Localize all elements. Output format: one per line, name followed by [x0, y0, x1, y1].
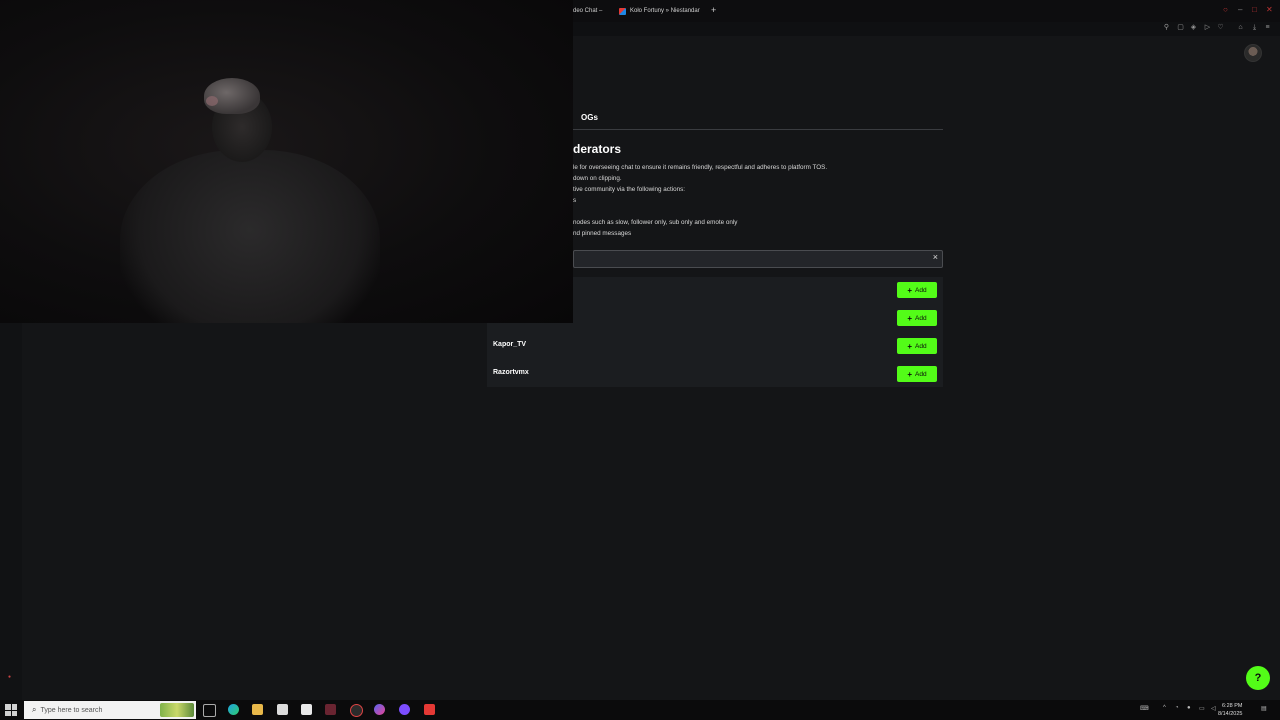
section-title: derators — [573, 142, 622, 156]
maximize-icon[interactable]: □ — [1252, 5, 1257, 14]
search-icon: ⌕ — [32, 705, 37, 714]
heart-icon[interactable]: ♡ — [1216, 23, 1225, 32]
roles-tabs: OGs — [573, 110, 943, 130]
description-line: tive community via the following actions… — [573, 186, 685, 193]
mic-icon[interactable]: ● — [1187, 705, 1191, 711]
app-icon-purple[interactable] — [399, 704, 410, 715]
plus-icon: + — [907, 369, 913, 379]
edge-icon[interactable] — [228, 704, 239, 715]
clock-date: 8/14/2025 — [1218, 711, 1243, 717]
close-window-icon[interactable]: ✕ — [1266, 5, 1273, 14]
clock-time: 6:28 PM — [1221, 703, 1243, 709]
taskbar-clock[interactable]: 6:28 PM 8/14/2025 — [1218, 702, 1242, 718]
start-button[interactable] — [5, 704, 17, 716]
store-icon[interactable] — [277, 704, 288, 715]
plus-icon: + — [907, 285, 913, 295]
search-tabs-icon[interactable]: ○ — [1223, 5, 1228, 14]
notification-icon[interactable]: ▤ — [1261, 705, 1267, 712]
tab-label: Koło Fortuny » Niestandar — [630, 8, 700, 14]
file-explorer-icon[interactable] — [252, 704, 263, 715]
plus-icon: + — [907, 341, 913, 351]
add-button[interactable]: + Add — [897, 366, 937, 382]
sidebar-badge: ● — [8, 674, 12, 680]
user-search-input[interactable]: × — [573, 250, 943, 268]
webcam-person-body — [120, 150, 380, 323]
pin-icon[interactable]: ⚲ — [1162, 23, 1171, 32]
mail-icon[interactable] — [301, 704, 312, 715]
add-label: Add — [915, 314, 927, 322]
download-icon[interactable]: ⤓ — [1250, 23, 1259, 32]
chevron-up-icon[interactable]: ^ — [1163, 705, 1166, 711]
help-chat-button[interactable]: ? — [1246, 666, 1270, 690]
webcam-overlay — [0, 0, 573, 323]
description-line: down on clipping. — [573, 175, 622, 182]
keyboard-icon[interactable]: ⌨ — [1140, 705, 1149, 712]
volume-icon[interactable]: ◁ — [1211, 705, 1216, 712]
add-label: Add — [915, 286, 927, 294]
network-icon[interactable]: ▭ — [1199, 705, 1205, 712]
add-button[interactable]: + Add — [897, 282, 937, 298]
new-tab-button[interactable]: + — [711, 5, 716, 15]
wallet-icon[interactable]: ⌂ — [1236, 23, 1245, 32]
add-button[interactable]: + Add — [897, 310, 937, 326]
list-item-name: Kapor_TV — [493, 341, 527, 348]
add-label: Add — [915, 370, 927, 378]
add-button[interactable]: + Add — [897, 338, 937, 354]
plus-icon: + — [907, 313, 913, 323]
browser-app-icon[interactable] — [374, 704, 385, 715]
webcam-cap-detail — [206, 96, 218, 106]
favicon-icon — [619, 7, 626, 15]
tray-app-icon[interactable]: ◔ — [1175, 705, 1179, 711]
search-highlight-image — [160, 703, 194, 717]
add-label: Add — [915, 342, 927, 350]
app-icon-red[interactable] — [325, 704, 336, 715]
list-item-name: Razortvmx — [493, 369, 529, 376]
description-line: nd pinned messages — [573, 230, 632, 237]
task-view-icon[interactable] — [203, 704, 216, 717]
minimize-icon[interactable]: – — [1238, 5, 1242, 14]
description-line: s — [573, 197, 577, 204]
play-icon[interactable]: ▷ — [1203, 23, 1212, 32]
taskbar-search-input[interactable]: ⌕ Type here to search — [24, 701, 196, 719]
screenshot-icon[interactable]: ▢ — [1176, 23, 1185, 32]
tab-label: deo Chat – — [573, 8, 603, 14]
browser-tab-wheel[interactable]: Koło Fortuny » Niestandar — [619, 4, 700, 18]
description-line: le for overseeing chat to ensure it rema… — [573, 164, 828, 171]
shield-icon[interactable]: ◈ — [1189, 23, 1198, 32]
description-line: nodes such as slow, follower only, sub o… — [573, 219, 738, 226]
app-icon-circle[interactable] — [350, 704, 363, 717]
app-icon-redbox[interactable] — [424, 704, 435, 715]
browser-tab-chat[interactable]: deo Chat – — [573, 4, 602, 18]
avatar[interactable] — [1244, 44, 1262, 62]
tab-ogs[interactable]: OGs — [581, 113, 598, 122]
taskbar-search-placeholder: Type here to search — [40, 706, 103, 714]
clear-icon[interactable]: × — [933, 252, 938, 262]
menu-icon[interactable]: ≡ — [1263, 23, 1272, 32]
